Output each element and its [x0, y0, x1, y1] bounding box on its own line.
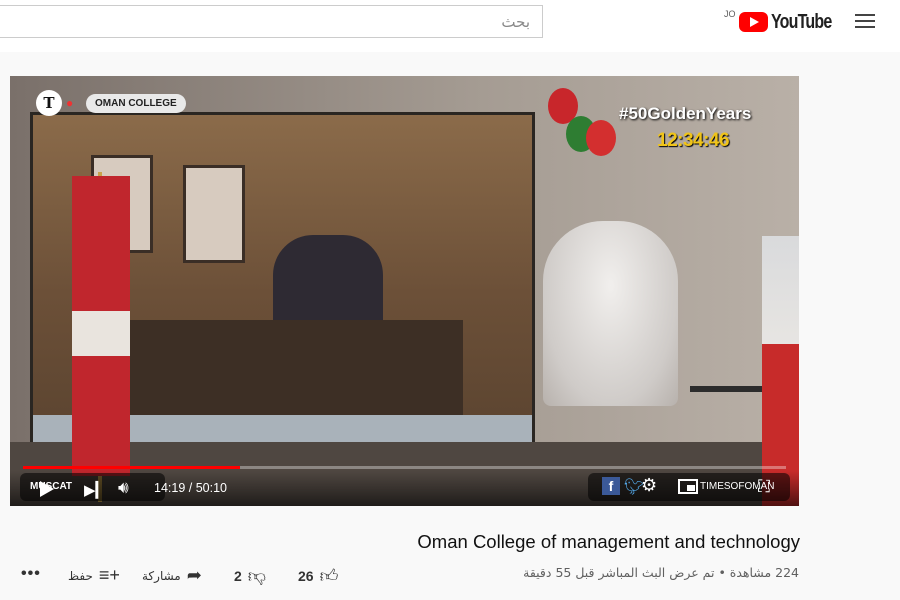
menu-icon[interactable] — [855, 12, 877, 30]
channel-tag: OMAN COLLEGE — [86, 93, 186, 113]
video-stats: 224 مشاهدة • تم عرض البث المباشر قبل 55 … — [523, 565, 799, 580]
next-icon[interactable]: ▶▎ — [84, 481, 107, 499]
youtube-play-icon — [739, 12, 768, 32]
fullscreen-icon[interactable]: ⛶ — [758, 477, 770, 497]
search-box[interactable] — [0, 5, 543, 38]
hashtag-overlay: #50GoldenYears — [619, 104, 752, 123]
balloon — [586, 120, 616, 156]
facebook-icon: f — [602, 477, 620, 495]
progress-bar[interactable] — [23, 466, 786, 469]
miniplayer-icon[interactable] — [678, 479, 698, 494]
video-player[interactable]: T ● OMAN COLLEGE #50GoldenYears 12:34:46… — [10, 76, 799, 506]
player-controls: MUSCAT ▶▎ 🔊︎ 14:19 / 50:10 f 🐦︎ ⚙ TIMESO… — [10, 471, 799, 506]
like-button[interactable]: 26 👍︎ — [298, 565, 338, 587]
save-button[interactable]: حفظ ≡+ — [68, 565, 120, 586]
covered-statue — [543, 221, 678, 406]
clock-overlay: 12:34:46 — [657, 130, 730, 151]
share-label: مشاركة — [142, 568, 181, 583]
side-table — [690, 386, 765, 392]
desk — [113, 320, 463, 415]
current-time: 14:19 — [154, 481, 186, 495]
channel-watermark: T ● OMAN COLLEGE — [36, 90, 186, 116]
settings-icon[interactable]: ⚙ — [641, 475, 657, 496]
times-logo-icon: T — [36, 90, 62, 116]
time-separator: / — [185, 481, 196, 495]
volume-icon[interactable]: 🔊︎ — [118, 478, 129, 498]
country-code: JO — [724, 9, 736, 19]
play-icon[interactable] — [40, 481, 54, 497]
dislike-icon: 👎︎ — [247, 566, 267, 586]
more-actions-button[interactable]: ••• — [21, 565, 41, 583]
top-bar: JO YouTube — [0, 0, 900, 52]
oman-flag — [72, 176, 130, 476]
progress-fill — [23, 466, 241, 469]
time-display: 14:19 / 50:10 — [154, 481, 227, 495]
more-icon: ••• — [21, 565, 41, 582]
save-icon: ≡+ — [98, 565, 120, 585]
save-label: حفظ — [68, 568, 93, 583]
dislike-button[interactable]: 2 👎︎ — [234, 565, 266, 587]
portrait-image — [183, 165, 245, 263]
share-button[interactable]: مشاركة ➦ — [142, 565, 202, 586]
video-title: Oman College of management and technolog… — [417, 531, 800, 552]
like-icon: 👍︎ — [319, 566, 339, 586]
location-pin-icon: ● — [66, 96, 74, 110]
search-input[interactable] — [0, 6, 542, 37]
share-icon: ➦ — [186, 565, 202, 585]
dislike-count: 2 — [234, 568, 242, 584]
duration: 50:10 — [195, 481, 227, 495]
like-count: 26 — [298, 568, 314, 584]
logo-text: YouTube — [771, 11, 832, 33]
